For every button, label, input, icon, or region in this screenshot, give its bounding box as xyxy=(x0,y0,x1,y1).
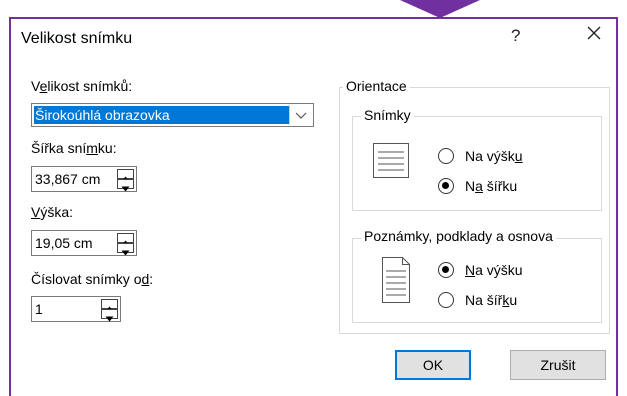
close-icon[interactable] xyxy=(585,24,603,42)
frame-right-border xyxy=(616,17,618,396)
ok-button[interactable]: OK xyxy=(395,350,471,380)
slide-size-dropdown[interactable]: Širokoúhlá obrazovka xyxy=(31,103,314,127)
number-from-input[interactable] xyxy=(35,300,95,318)
orientation-title: Orientace xyxy=(343,78,410,94)
number-decrease-button[interactable] xyxy=(101,309,118,322)
spin-down-icon xyxy=(121,250,130,256)
slide-size-value: Širokoúhlá obrazovka xyxy=(34,106,289,124)
dialog-title: Velikost snímku xyxy=(21,30,133,47)
height-spinner[interactable] xyxy=(31,230,137,256)
height-increase-button[interactable] xyxy=(117,233,134,246)
slides-landscape-radio[interactable] xyxy=(438,178,454,194)
number-slides-from-label: Číslovat snímky od: xyxy=(31,271,154,287)
width-input[interactable] xyxy=(35,170,111,188)
cancel-button[interactable]: Zrušit xyxy=(510,350,606,380)
width-decrease-button[interactable] xyxy=(117,179,134,192)
slides-portrait-radio[interactable] xyxy=(438,148,454,164)
notes-landscape-radio[interactable] xyxy=(438,292,454,308)
notes-landscape-label: Na šířku xyxy=(465,292,518,308)
height-input[interactable] xyxy=(35,234,111,252)
slide-landscape-icon xyxy=(373,143,409,178)
spin-down-icon xyxy=(105,316,114,322)
help-button[interactable]: ? xyxy=(511,26,520,46)
dropdown-button[interactable] xyxy=(289,105,312,125)
height-decrease-button[interactable] xyxy=(117,243,134,256)
notes-group-title: Poznámky, podklady a osnova xyxy=(361,228,556,244)
height-label: Výška: xyxy=(31,204,74,220)
slides-group-title: Snímky xyxy=(361,107,414,123)
chevron-down-icon xyxy=(295,112,307,119)
number-from-spinner[interactable] xyxy=(31,296,121,322)
notes-portrait-label: Na výšku xyxy=(465,262,523,278)
notes-portrait-radio[interactable] xyxy=(438,262,454,278)
width-spinner[interactable] xyxy=(31,166,137,192)
number-increase-button[interactable] xyxy=(101,299,118,312)
width-increase-button[interactable] xyxy=(117,169,134,182)
callout-pointer xyxy=(400,0,480,18)
slide-size-label: Velikost snímků: xyxy=(31,78,133,94)
slides-portrait-label: Na výšku xyxy=(465,148,523,164)
notes-portrait-icon xyxy=(382,257,410,303)
slides-landscape-label: Na šířku xyxy=(465,178,518,194)
spin-down-icon xyxy=(121,186,130,192)
width-label: Šířka snímku: xyxy=(31,140,117,156)
